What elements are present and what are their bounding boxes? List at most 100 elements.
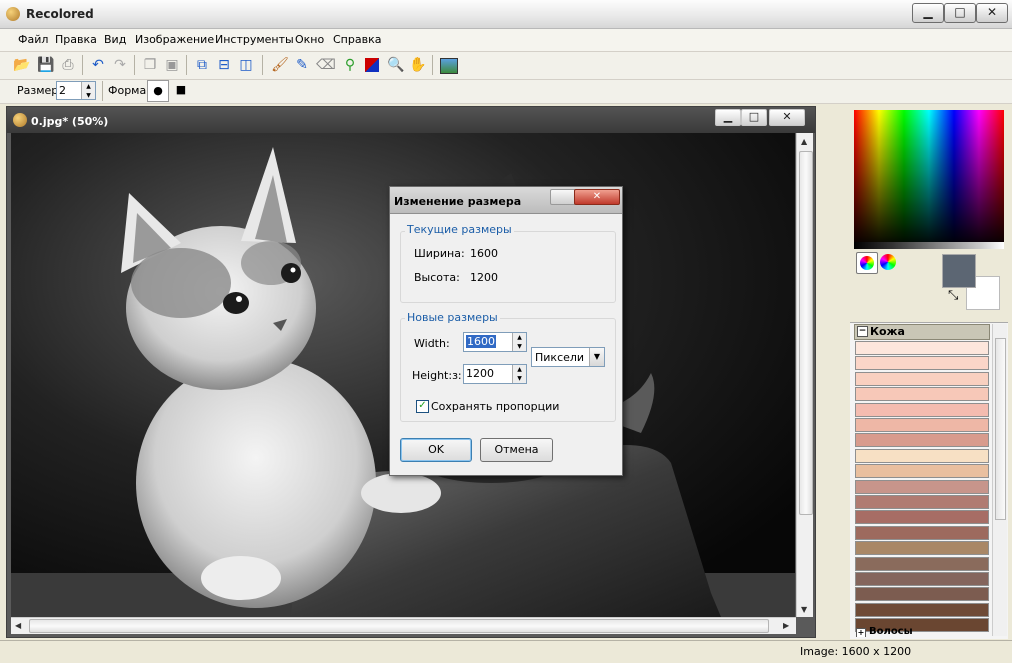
- swap-colors-icon[interactable]: ⤡: [948, 288, 958, 303]
- skin-swatch[interactable]: [855, 510, 989, 525]
- new-height-value: 1200: [466, 367, 494, 380]
- hand-icon[interactable]: ✋: [408, 55, 428, 75]
- horizontal-scroll-thumb[interactable]: [29, 619, 769, 633]
- size-stepper[interactable]: 2 ▲ ▼: [56, 81, 96, 100]
- vertical-scroll-thumb[interactable]: [799, 151, 813, 515]
- menu-tools[interactable]: Инструменты: [215, 33, 294, 46]
- undo-icon[interactable]: ↶: [88, 55, 108, 75]
- eraser-icon[interactable]: ⌫: [316, 55, 336, 75]
- menu-image[interactable]: Изображение: [135, 33, 214, 46]
- open-folder-icon[interactable]: 📂: [12, 55, 32, 75]
- grayscale-strip[interactable]: [854, 242, 1004, 249]
- skin-swatch[interactable]: [855, 495, 989, 509]
- size-spin-buttons[interactable]: ▲ ▼: [81, 82, 95, 99]
- skin-swatch[interactable]: [855, 371, 989, 386]
- color-picker-icon[interactable]: [880, 254, 896, 270]
- shape-round-button[interactable]: ●: [147, 80, 169, 102]
- skin-swatch[interactable]: [855, 356, 989, 371]
- dialog-minimize-button[interactable]: [550, 189, 576, 205]
- toolbar-separator: [82, 55, 83, 75]
- document-icon: [13, 113, 27, 127]
- color-spectrum[interactable]: [854, 110, 1004, 248]
- unit-select[interactable]: Пиксели ▼: [531, 347, 605, 367]
- menu-edit[interactable]: Правка: [55, 33, 97, 46]
- scroll-left-icon[interactable]: ◀: [15, 621, 21, 630]
- skin-swatch[interactable]: [855, 587, 989, 602]
- collapse-icon[interactable]: −: [857, 326, 868, 337]
- print-icon[interactable]: ⎙: [58, 55, 78, 75]
- skin-swatch[interactable]: [855, 572, 989, 586]
- color-wheel-button[interactable]: [856, 252, 878, 274]
- title-bar: Recolored ▁ □ ✕: [0, 0, 1012, 29]
- skin-swatch[interactable]: [855, 602, 989, 617]
- chevron-down-icon[interactable]: ▼: [589, 348, 604, 366]
- ok-button[interactable]: OK: [400, 438, 472, 462]
- app-window: Recolored ▁ □ ✕ Файл Правка Вид Изображе…: [0, 0, 1012, 663]
- redo-icon[interactable]: ↷: [110, 55, 130, 75]
- scroll-right-icon[interactable]: ▶: [783, 621, 789, 630]
- horizontal-scrollbar[interactable]: ◀ ▶: [11, 617, 796, 634]
- pen-icon[interactable]: ✎: [292, 55, 312, 75]
- paste-icon[interactable]: ▣: [162, 55, 182, 75]
- menu-window[interactable]: Окно: [295, 33, 324, 46]
- toolbar-separator: [186, 55, 187, 75]
- doc-close-button[interactable]: ✕: [769, 109, 805, 126]
- skin-swatch[interactable]: [855, 525, 989, 540]
- skin-swatch[interactable]: [855, 402, 989, 417]
- recolor-icon[interactable]: [362, 55, 382, 75]
- primary-color-swatch[interactable]: [942, 254, 976, 288]
- scroll-up-icon[interactable]: ▲: [801, 137, 807, 146]
- image-icon[interactable]: [438, 55, 458, 75]
- height-label: Высота:: [414, 271, 460, 284]
- menu-view[interactable]: Вид: [104, 33, 126, 46]
- skin-swatch[interactable]: [855, 418, 989, 432]
- width-label: Ширина:: [414, 247, 465, 260]
- new-height-spin-buttons[interactable]: ▲ ▼: [512, 365, 526, 383]
- keep-ratio-checkbox[interactable]: ✓: [416, 400, 429, 413]
- skin-swatch[interactable]: [855, 448, 989, 463]
- zoom-icon[interactable]: 🔍: [386, 55, 406, 75]
- cancel-button[interactable]: Отмена: [480, 438, 553, 462]
- skin-swatch[interactable]: [855, 541, 989, 556]
- new-width-input[interactable]: 1600 ▲ ▼: [463, 332, 527, 352]
- swatch-group-hair[interactable]: + Волосы: [854, 627, 988, 637]
- dialog-close-button[interactable]: ✕: [574, 189, 620, 205]
- eyedropper-icon[interactable]: ⚲: [340, 55, 360, 75]
- save-icon[interactable]: 💾: [36, 55, 56, 75]
- expand-icon[interactable]: +: [856, 628, 866, 637]
- color-wheel-icon: [860, 256, 874, 270]
- new-width-spin-buttons[interactable]: ▲ ▼: [512, 333, 526, 351]
- vertical-scrollbar[interactable]: ▲ ▼: [796, 133, 813, 617]
- scroll-down-icon[interactable]: ▼: [801, 605, 807, 614]
- swatch-scroll-thumb[interactable]: [995, 338, 1006, 520]
- new-width-value: 1600: [466, 335, 496, 348]
- copy-icon[interactable]: ❐: [140, 55, 160, 75]
- new-height-input[interactable]: 1200 ▲ ▼: [463, 364, 527, 384]
- maximize-button[interactable]: □: [944, 3, 976, 23]
- close-button[interactable]: ✕: [976, 3, 1008, 23]
- unit-value: Пиксели: [535, 351, 585, 364]
- swatch-scrollbar[interactable]: [992, 324, 1007, 636]
- doc-minimize-button[interactable]: ▁: [715, 109, 741, 126]
- shape-square-button[interactable]: ■: [171, 80, 191, 100]
- skin-swatch[interactable]: [855, 556, 989, 571]
- new-width-label: Width:: [414, 337, 450, 350]
- menu-bar: Файл Правка Вид Изображение Инструменты …: [0, 29, 1012, 52]
- skin-swatch[interactable]: [855, 464, 989, 479]
- split-horizontal-icon[interactable]: ⊟: [214, 55, 234, 75]
- menu-file[interactable]: Файл: [18, 33, 48, 46]
- menu-help[interactable]: Справка: [333, 33, 381, 46]
- skin-swatch[interactable]: [855, 387, 989, 402]
- status-image-size: Image: 1600 x 1200: [800, 645, 912, 658]
- size-label: Размер: [17, 84, 59, 97]
- skin-swatch[interactable]: [855, 341, 989, 355]
- minimize-button[interactable]: ▁: [912, 3, 944, 23]
- layers-icon[interactable]: ⧉: [192, 55, 212, 75]
- skin-swatch[interactable]: [855, 479, 989, 494]
- swatch-group-skin[interactable]: − Кожа: [854, 324, 990, 340]
- skin-swatch[interactable]: [855, 433, 989, 448]
- split-vertical-icon[interactable]: ◫: [236, 55, 256, 75]
- doc-maximize-button[interactable]: □: [741, 109, 767, 126]
- width-value: 1600: [470, 247, 498, 260]
- brush-icon[interactable]: 🖌: [270, 55, 290, 75]
